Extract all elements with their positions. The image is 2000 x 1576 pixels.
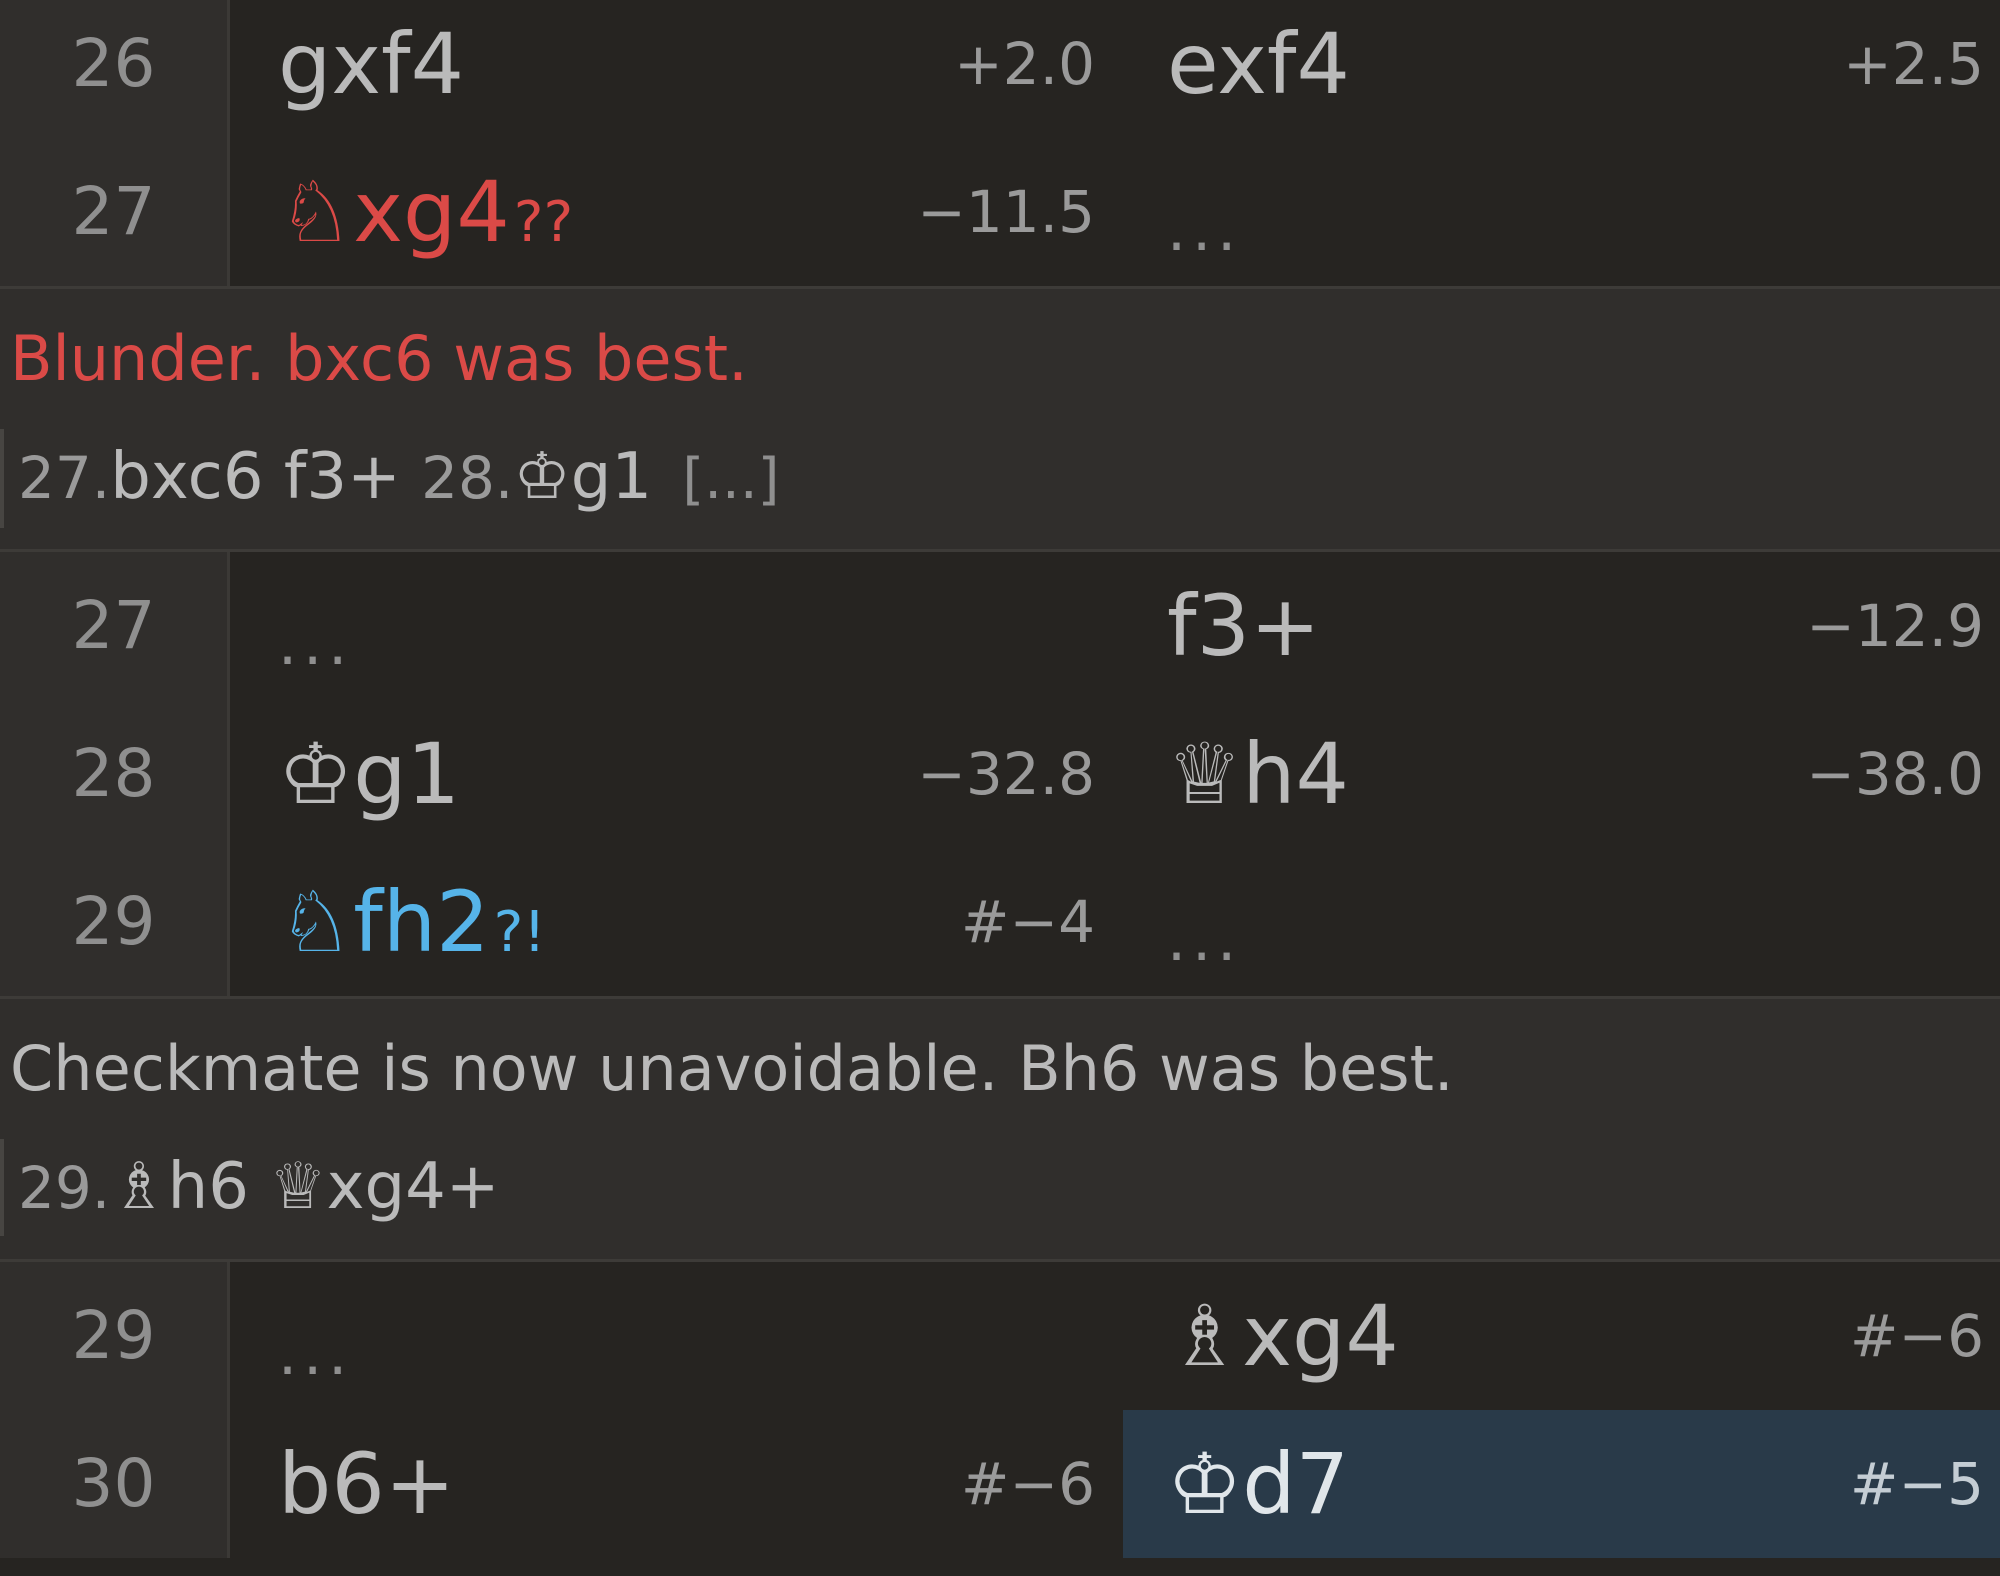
variation-move[interactable]: bxc6 xyxy=(110,440,263,514)
move-eval: −11.5 xyxy=(917,178,1095,246)
move-san: exf4 xyxy=(1167,15,1350,113)
move-ellipsis: ... xyxy=(1167,905,1243,975)
move-san: ♕h4 xyxy=(1167,725,1349,823)
move-ellipsis: ... xyxy=(1167,195,1243,265)
move-comment: Checkmate is now unavoidable. Bh6 was be… xyxy=(10,1032,1454,1105)
move-eval: #−6 xyxy=(960,1450,1095,1518)
move-san: ♔g1 xyxy=(278,725,461,823)
move-san: b6+ xyxy=(278,1435,456,1533)
move-number: 28 xyxy=(0,700,230,848)
move-row: 29 ... ♗xg4 #−6 xyxy=(0,1262,2000,1410)
move-san: ♘xg4?? xyxy=(278,138,573,297)
move-row: 28 ♔g1 −32.8 ♕h4 −38.0 xyxy=(0,700,2000,848)
white-move[interactable]: gxf4 +2.0 xyxy=(230,0,1123,138)
white-move[interactable]: ♔g1 −32.8 xyxy=(230,700,1123,848)
move-eval: #−5 xyxy=(1849,1450,1984,1518)
black-move[interactable]: f3+ −12.9 xyxy=(1123,552,2000,700)
move-block: 29 ... ♗xg4 #−6 30 b6+ #−6 ♔d7 #−5 xyxy=(0,1262,2000,1558)
white-move-blunder[interactable]: ♘xg4?? −11.5 xyxy=(230,138,1123,286)
move-list: 26 gxf4 +2.0 exf4 +2.5 27 ♘xg4?? −11.5 .… xyxy=(0,0,2000,1558)
move-number: 30 xyxy=(0,1410,230,1558)
move-number: 29 xyxy=(0,848,230,996)
black-move-current[interactable]: ♔d7 #−5 xyxy=(1123,1410,2000,1558)
variation-move[interactable]: f3+ xyxy=(284,440,401,514)
move-comment-block: Checkmate is now unavoidable. Bh6 was be… xyxy=(0,996,2000,1262)
move-comment: Blunder. bxc6 was best. xyxy=(10,322,748,395)
variation-move[interactable]: ♕xg4+ xyxy=(269,1150,499,1224)
move-san: f3+ xyxy=(1167,577,1321,675)
move-row: 29 ♘fh2?! #−4 ... xyxy=(0,848,2000,996)
move-eval: −12.9 xyxy=(1806,592,1984,660)
move-number: 27 xyxy=(0,552,230,700)
move-number: 27 xyxy=(0,138,230,286)
move-eval: #−6 xyxy=(1849,1302,1984,1370)
variation-line: 27.bxc6 f3+ 28.♔g1 [...] xyxy=(0,429,780,528)
move-ellipsis: ... xyxy=(278,1319,354,1389)
move-san-text: ♘fh2 xyxy=(278,873,490,971)
inaccuracy-annotation: ?! xyxy=(493,900,546,965)
black-move[interactable]: ♗xg4 #−6 xyxy=(1123,1262,2000,1410)
white-move-empty: ... xyxy=(230,552,1123,700)
white-move[interactable]: b6+ #−6 xyxy=(230,1410,1123,1558)
move-eval: #−4 xyxy=(960,888,1095,956)
move-row: 30 b6+ #−6 ♔d7 #−5 xyxy=(0,1410,2000,1558)
move-eval: +2.0 xyxy=(954,30,1095,98)
variation-move-number: 29. xyxy=(18,1154,111,1222)
white-move-empty: ... xyxy=(230,1262,1123,1410)
move-block: 26 gxf4 +2.0 exf4 +2.5 27 ♘xg4?? −11.5 .… xyxy=(0,0,2000,286)
variation-move[interactable]: ♔g1 xyxy=(513,440,652,514)
move-row: 27 ... f3+ −12.9 xyxy=(0,552,2000,700)
variation-move[interactable]: ♗h6 xyxy=(110,1150,249,1224)
black-move[interactable]: exf4 +2.5 xyxy=(1123,0,2000,138)
move-san: ♔d7 xyxy=(1167,1435,1350,1533)
move-eval: −38.0 xyxy=(1806,740,1984,808)
white-move-inaccuracy[interactable]: ♘fh2?! #−4 xyxy=(230,848,1123,996)
black-move-empty: ... xyxy=(1123,848,2000,996)
move-number: 26 xyxy=(0,0,230,138)
move-san: ♘fh2?! xyxy=(278,848,546,1007)
move-row: 26 gxf4 +2.0 exf4 +2.5 xyxy=(0,0,2000,138)
move-block: 27 ... f3+ −12.9 28 ♔g1 −32.8 ♕h4 −38.0 … xyxy=(0,552,2000,996)
blunder-annotation: ?? xyxy=(513,190,574,255)
variation-move-number: 27. xyxy=(18,444,111,512)
black-move[interactable]: ♕h4 −38.0 xyxy=(1123,700,2000,848)
move-san: ♗xg4 xyxy=(1167,1287,1399,1385)
move-san: gxf4 xyxy=(278,15,465,113)
move-ellipsis: ... xyxy=(278,609,354,679)
move-number: 29 xyxy=(0,1262,230,1410)
move-san-text: ♘xg4 xyxy=(278,163,510,261)
move-row: 27 ♘xg4?? −11.5 ... xyxy=(0,138,2000,286)
move-comment-block: Blunder. bxc6 was best. 27.bxc6 f3+ 28.♔… xyxy=(0,286,2000,552)
variation-expand[interactable]: [...] xyxy=(682,447,779,512)
move-eval: −32.8 xyxy=(917,740,1095,808)
black-move-empty: ... xyxy=(1123,138,2000,286)
variation-line: 29.♗h6 ♕xg4+ xyxy=(0,1139,499,1236)
variation-move-number: 28. xyxy=(421,444,514,512)
move-eval: +2.5 xyxy=(1843,30,1984,98)
